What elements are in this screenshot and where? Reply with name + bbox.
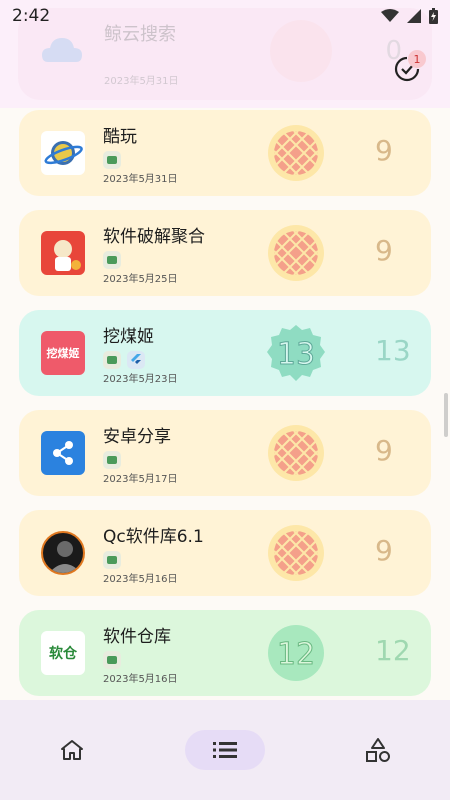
android-12-icon: 12 (268, 625, 324, 681)
list-icon (213, 742, 237, 758)
android-icon (103, 551, 121, 569)
list-item-tags (103, 151, 121, 169)
list-item-date: 2023年5月17日 (103, 474, 178, 485)
logo-text: 软仓 (49, 646, 77, 662)
android-icon (103, 251, 121, 269)
list-item-number: 9 (375, 534, 393, 567)
list-item-tags (103, 251, 121, 269)
notification-badge: 1 (408, 50, 426, 68)
list-item[interactable]: 挖煤姬 挖煤姬 2023年5月23日 13 13 (19, 310, 431, 396)
pie-icon (268, 125, 324, 181)
list-item-date: 2023年5月31日 (103, 174, 178, 185)
svg-text:12: 12 (277, 637, 315, 672)
battery-icon (429, 8, 438, 24)
list-item-date: 2023年5月23日 (103, 374, 178, 385)
list-item-title: 软件仓库 (103, 627, 171, 647)
status-time: 2:42 (12, 6, 51, 26)
logo-text: 挖煤姬 (46, 347, 80, 360)
list-item[interactable]: 软件破解聚合 2023年5月25日 9 (19, 210, 431, 296)
flutter-icon (127, 351, 145, 369)
app-list[interactable]: 酷玩 2023年5月31日 9 软件破解聚合 2023年5月25日 9 挖煤姬 … (0, 108, 450, 700)
pie-icon (268, 225, 324, 281)
list-item-tags (103, 351, 145, 369)
list-item-title: 软件破解聚合 (103, 227, 205, 247)
list-item-date: 2023年5月16日 (103, 574, 178, 585)
cell-signal-icon (407, 9, 421, 23)
list-item-title: 酷玩 (103, 127, 137, 147)
home-icon (61, 740, 83, 760)
nav-list-button[interactable] (185, 730, 265, 770)
pie-icon (268, 525, 324, 581)
list-item-date: 2023年5月31日 (104, 76, 179, 87)
list-item-title: 挖煤姬 (103, 327, 154, 347)
android-icon (103, 351, 121, 369)
list-item[interactable]: 酷玩 2023年5月31日 9 (19, 110, 431, 196)
status-bar: 2:42 (0, 0, 450, 32)
pie-icon (268, 425, 324, 481)
list-item-number: 13 (375, 334, 411, 367)
android-icon (103, 451, 121, 469)
list-item-number: 12 (375, 634, 411, 667)
list-item[interactable]: Qc软件库6.1 2023年5月16日 9 (19, 510, 431, 596)
list-item-date: 2023年5月25日 (103, 274, 178, 285)
status-icons (381, 8, 438, 24)
shapes-icon (366, 738, 390, 762)
list-item-number: 9 (375, 234, 393, 267)
list-item-title: 安卓分享 (103, 427, 171, 447)
scrollbar[interactable] (444, 393, 448, 437)
android-icon (103, 151, 121, 169)
cartoon-logo-icon (41, 231, 85, 275)
nav-home-button[interactable] (32, 730, 112, 770)
list-item-tags (103, 651, 121, 669)
list-item-date: 2023年5月16日 (103, 674, 178, 685)
android-13-icon: 13 (267, 325, 325, 381)
cloud-logo-icon (42, 38, 82, 62)
app-logo-icon: 挖煤姬 (41, 331, 85, 375)
svg-text:13: 13 (277, 337, 315, 372)
avatar-logo-icon (41, 531, 85, 575)
app-logo-icon: 软仓 (41, 631, 85, 675)
list-item-number: 9 (375, 434, 393, 467)
planet-logo-icon (41, 131, 85, 175)
nav-shapes-button[interactable] (338, 730, 418, 770)
list-item-tags (103, 451, 121, 469)
list-item-title: Qc软件库6.1 (103, 527, 204, 547)
wifi-icon (381, 9, 399, 22)
list-item-tags (103, 551, 121, 569)
android-icon (103, 651, 121, 669)
share-logo-icon (41, 431, 85, 475)
list-item[interactable]: 安卓分享 2023年5月17日 9 (19, 410, 431, 496)
check-updates-button[interactable]: 1 (394, 50, 426, 86)
list-item[interactable]: 软仓 软件仓库 2023年5月16日 12 12 (19, 610, 431, 696)
bottom-navigation (0, 700, 450, 800)
list-item-number: 9 (375, 134, 393, 167)
